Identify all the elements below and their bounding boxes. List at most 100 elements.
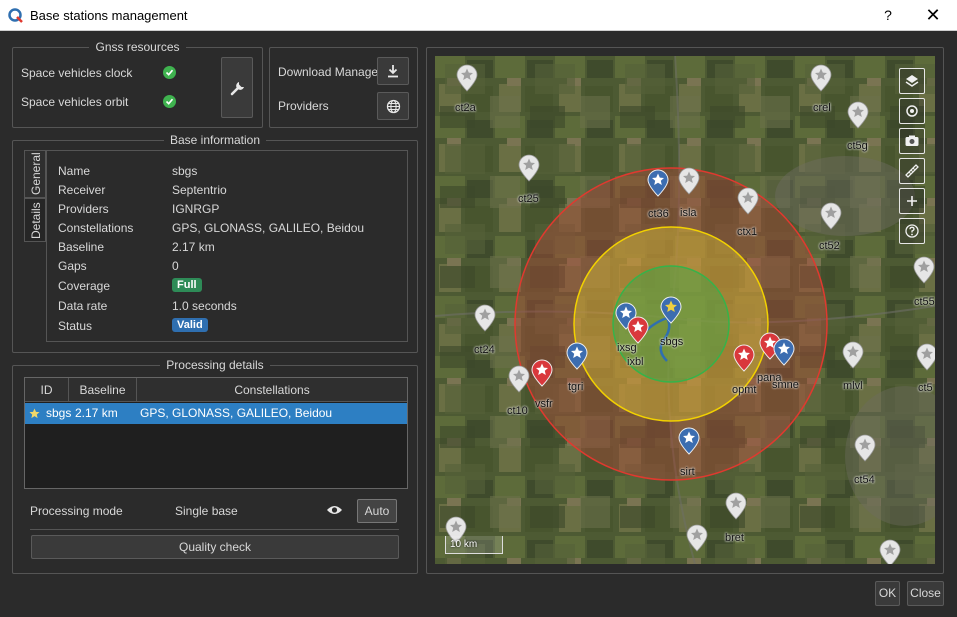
zoom-in-button[interactable]	[899, 188, 925, 214]
window-title: Base stations management	[30, 8, 188, 23]
station-pin-ct5g[interactable]	[847, 101, 869, 129]
base-information-title: Base information	[163, 133, 267, 147]
station-pin-ct24[interactable]	[474, 304, 496, 332]
station-label: ct2a	[455, 102, 476, 114]
station-label: ct55	[914, 296, 935, 308]
station-pin-ct10[interactable]	[508, 365, 530, 393]
locate-icon	[906, 105, 918, 117]
station-pin-isla[interactable]	[678, 167, 700, 195]
base-info-tabs: General Details	[24, 150, 46, 342]
gnss-resources-title: Gnss resources	[89, 40, 186, 54]
station-pin-mlvl[interactable]	[842, 341, 864, 369]
station-label: ct36	[648, 208, 669, 220]
constellations-key: Constellations	[58, 221, 134, 235]
help-icon	[905, 224, 919, 238]
station-label: isla	[680, 207, 697, 219]
star-icon	[29, 408, 40, 419]
station-pin-ct52[interactable]	[820, 202, 842, 230]
layers-button[interactable]	[899, 68, 925, 94]
station-label: ct24	[474, 344, 495, 356]
station-label: bret	[725, 532, 744, 544]
processing-mode-label: Processing mode	[30, 504, 123, 518]
tab-details-label: Details	[29, 202, 43, 239]
ok-button[interactable]: OK	[875, 581, 900, 606]
providers-button[interactable]	[377, 92, 409, 120]
layers-icon	[905, 75, 919, 87]
sv-orbit-label: Space vehicles orbit	[21, 95, 129, 109]
data-rate-key: Data rate	[58, 299, 108, 313]
map-help-button[interactable]	[899, 218, 925, 244]
station-label: crel	[813, 102, 831, 114]
baseline-value: 2.17 km	[172, 240, 215, 254]
satellite-imagery	[435, 56, 935, 564]
station-label: ixbl	[627, 356, 644, 368]
globe-icon	[386, 99, 401, 114]
auto-button[interactable]: Auto	[357, 499, 397, 523]
station-pin-ct5[interactable]	[916, 343, 935, 371]
download-manager-button[interactable]	[377, 57, 409, 85]
coverage-map[interactable]: ct2a crel ct5g ct25 ct36 isla ctx1 ct52 …	[435, 56, 935, 564]
station-label: ct5	[918, 382, 933, 394]
station-pin-ct2a[interactable]	[456, 64, 478, 92]
help-button[interactable]: ?	[874, 3, 902, 27]
station-pin-tgri[interactable]	[566, 342, 588, 370]
download-icon	[388, 65, 398, 78]
station-pin-vsfr[interactable]	[531, 359, 553, 387]
station-pin-opmt[interactable]	[733, 344, 755, 372]
coverage-key: Coverage	[58, 279, 111, 293]
station-pin-sbgs[interactable]	[660, 296, 682, 324]
tab-details[interactable]: Details	[24, 198, 46, 242]
station-pin-smne[interactable]	[773, 338, 795, 366]
tab-general[interactable]: General	[24, 150, 46, 198]
close-window-button[interactable]: ✕	[918, 3, 948, 27]
quality-check-button[interactable]: Quality check	[31, 535, 399, 559]
snapshot-button[interactable]	[899, 128, 925, 154]
gnss-settings-button[interactable]	[221, 57, 253, 118]
station-label: ct52	[819, 240, 840, 252]
station-label: smne	[772, 379, 799, 391]
close-button[interactable]: Close	[907, 581, 944, 606]
station-label: opmt	[732, 384, 757, 396]
station-pin-ctx1[interactable]	[737, 187, 759, 215]
column-id[interactable]: ID	[25, 378, 69, 402]
sv-clock-label: Space vehicles clock	[21, 66, 133, 80]
locate-button[interactable]	[899, 98, 925, 124]
tab-general-label: General	[29, 152, 43, 195]
providers-key: Providers	[58, 202, 109, 216]
station-label: ct10	[507, 405, 528, 417]
table-row[interactable]: sbgs 2.17 km GPS, GLONASS, GALILEO, Beid…	[25, 403, 407, 424]
baseline-key: Baseline	[58, 240, 105, 254]
station-pin-bret[interactable]	[725, 492, 747, 520]
station-pin-ct54[interactable]	[854, 434, 876, 462]
station-pin-ct55[interactable]	[913, 256, 935, 284]
app-logo-icon	[8, 8, 23, 23]
row-constellations: GPS, GLONASS, GALILEO, Beidou	[140, 406, 333, 420]
station-pin-sirt[interactable]	[678, 427, 700, 455]
base-details-panel: Name sbgs Receiver Septentrio Providers …	[46, 150, 408, 342]
station-label: mlvl	[843, 380, 863, 392]
zoom-in-icon	[907, 196, 917, 206]
station-label: ct54	[854, 474, 875, 486]
constellations-value: GPS, GLONASS, GALILEO, Beidou	[172, 221, 365, 235]
status-badge: Valid	[172, 318, 208, 332]
measure-button[interactable]	[899, 158, 925, 184]
station-pin[interactable]	[686, 524, 708, 552]
eye-icon[interactable]	[326, 504, 343, 516]
station-label: ct25	[518, 193, 539, 205]
map-scale-label: 10 km	[450, 539, 478, 550]
station-pin-ct36[interactable]	[647, 169, 669, 197]
station-pin[interactable]	[879, 539, 901, 564]
station-label: sirt	[680, 466, 695, 478]
row-id: sbgs	[46, 406, 72, 420]
station-pin-crel[interactable]	[810, 64, 832, 92]
row-baseline: 2.17 km	[75, 406, 118, 420]
camera-icon	[905, 135, 919, 146]
title-bar: Base stations management ? ✕	[0, 0, 957, 31]
map-scale-bar: 10 km	[445, 536, 503, 554]
column-constellations[interactable]: Constellations	[137, 378, 407, 402]
check-icon	[163, 95, 176, 108]
station-pin-ct25[interactable]	[518, 154, 540, 182]
station-pin-ixbl[interactable]	[627, 316, 649, 344]
column-baseline[interactable]: Baseline	[69, 378, 137, 402]
processing-table: ID Baseline Constellations sbgs 2.17 km …	[24, 377, 408, 489]
